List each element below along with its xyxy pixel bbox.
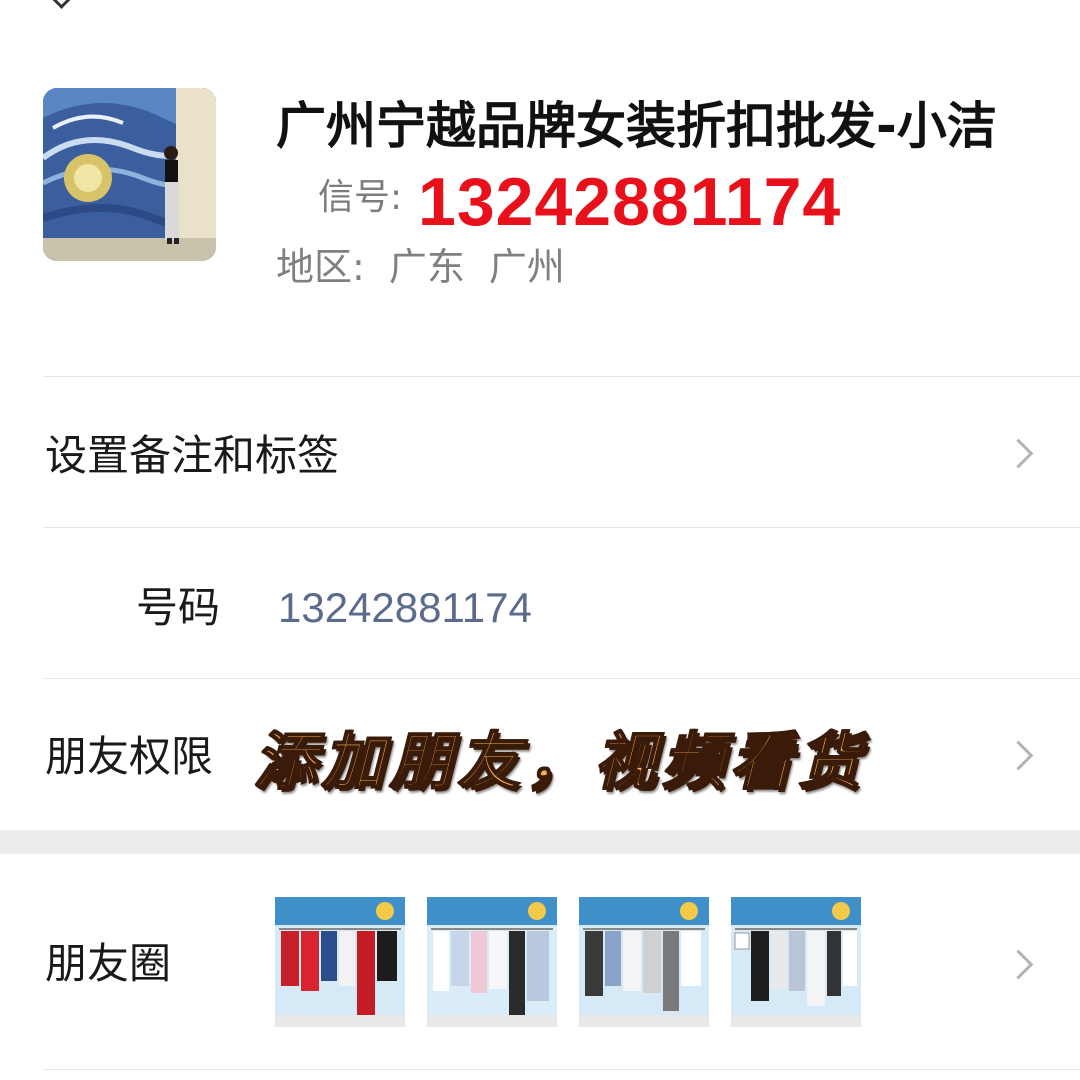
moments-thumbnail[interactable] <box>731 897 861 1027</box>
region-province: 广东 <box>388 245 465 289</box>
avatar[interactable] <box>43 88 216 261</box>
signal-value: 13242881174 <box>418 164 842 240</box>
avatar-image <box>43 88 216 261</box>
divider <box>43 1069 1080 1070</box>
permission-label: 朋友权限 <box>45 732 214 781</box>
chevron-right-icon <box>1003 438 1034 469</box>
clothing-rack-photo-icon <box>731 897 861 1027</box>
moments-thumbnail[interactable] <box>579 897 709 1027</box>
moments-thumbnail[interactable] <box>275 897 405 1027</box>
moments-thumbnail[interactable] <box>427 897 557 1027</box>
chevron-right-icon <box>1003 949 1034 980</box>
clothing-rack-photo-icon <box>579 897 709 1027</box>
chevron-right-icon <box>1003 740 1034 771</box>
clothing-rack-photo-icon <box>427 897 557 1027</box>
remark-row[interactable]: 设置备注和标签 <box>0 377 1080 527</box>
section-separator <box>0 830 1080 854</box>
region-line: 地区: 广东 广州 <box>276 244 589 290</box>
signal-label: 信号: <box>318 177 403 218</box>
phone-label: 号码 <box>136 583 221 632</box>
profile-name: 广州宁越品牌女装折扣批发-小洁 <box>276 97 997 155</box>
divider <box>43 527 1080 528</box>
promo-overlay-text: 添加朋友，视频看货 <box>253 724 867 799</box>
region-label: 地区: <box>276 245 365 289</box>
phone-number-link[interactable]: 13242881174 <box>278 583 532 633</box>
moments-label: 朋友圈 <box>45 939 172 988</box>
clothing-rack-photo-icon <box>275 897 405 1027</box>
profile-header: 广州宁越品牌女装折扣批发-小洁 信号: 13242881174 地区: 广东 广州 <box>0 0 1080 376</box>
region-city: 广州 <box>488 245 565 289</box>
remark-label: 设置备注和标签 <box>45 431 340 480</box>
